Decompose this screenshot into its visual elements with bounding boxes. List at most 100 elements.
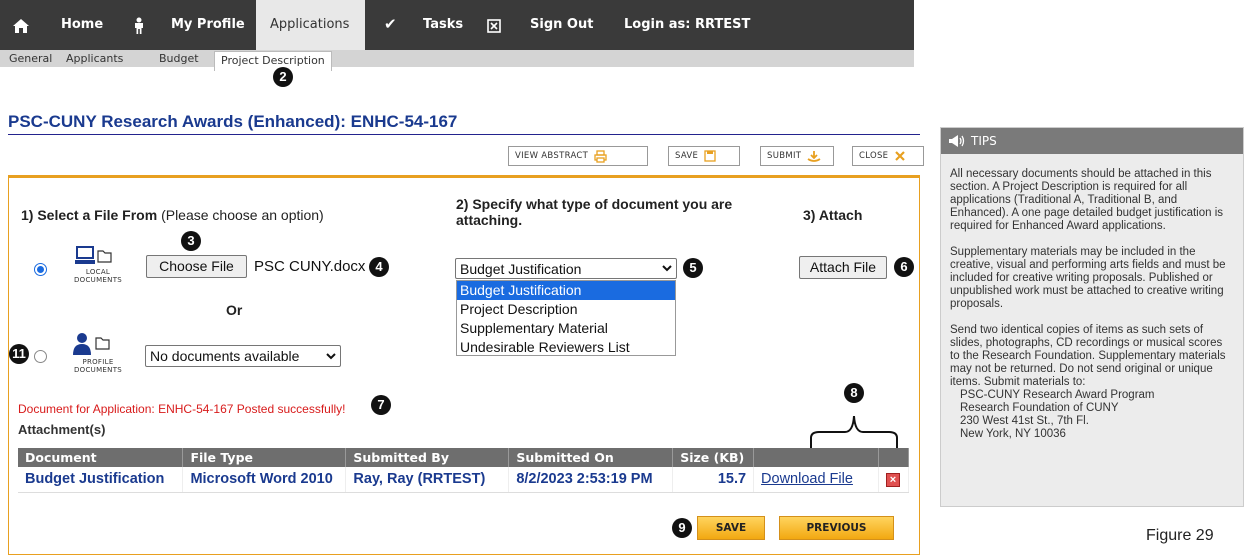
close-box-icon: [487, 0, 501, 50]
profile-label-line2: DOCUMENTS: [73, 366, 123, 374]
table-header-row: Document File Type Submitted By Submitte…: [18, 448, 910, 467]
dropdown-option[interactable]: Budget Justification: [457, 281, 675, 300]
save-toolbar-button[interactable]: SAVE: [668, 146, 740, 166]
nav-sign-out[interactable]: Sign Out: [530, 0, 593, 50]
chevron-down-icon: [662, 265, 672, 272]
tips-panel: TIPS All necessary documents should be a…: [940, 127, 1244, 507]
nav-tasks[interactable]: Tasks: [423, 0, 463, 50]
step1-heading-bold: 1) Select a File From: [21, 207, 158, 223]
login-status: Login as: RRTEST: [624, 17, 751, 32]
local-label-line1: LOCAL: [85, 268, 111, 276]
callout-badge-8: 8: [844, 383, 864, 403]
cell-document: Budget Justification: [18, 467, 184, 493]
callout-badge-6: 6: [894, 257, 914, 277]
page-title: PSC-CUNY Research Awards (Enhanced): ENH…: [8, 112, 458, 131]
tips-paragraph: Send two identical copies of items as su…: [950, 324, 1226, 388]
attachments-table: Document File Type Submitted By Submitte…: [18, 448, 910, 493]
tab-project-description[interactable]: Project Description: [214, 51, 332, 71]
view-abstract-label: VIEW ABSTRACT: [515, 151, 589, 161]
floppy-disk-icon: [704, 150, 716, 162]
submit-toolbar-label: SUBMIT: [767, 151, 802, 161]
dropdown-option[interactable]: Undesirable Reviewers List: [457, 338, 675, 357]
dropdown-option[interactable]: Project Description: [457, 300, 675, 319]
callout-badge-3: 3: [181, 231, 201, 251]
top-nav: Home My Profile Applications ✔ Tasks Sig…: [0, 0, 914, 50]
title-divider: [8, 134, 920, 135]
column-header: Size (KB): [672, 448, 755, 467]
callout-badge-11: 11: [9, 344, 29, 364]
profile-label-line1: PROFILE: [82, 358, 114, 366]
attachments-heading: Attachment(s): [18, 422, 106, 437]
cell-delete: ×: [878, 467, 910, 493]
column-header: File Type: [182, 448, 347, 467]
profile-documents-option[interactable]: PROFILE DOCUMENTS: [70, 332, 126, 378]
or-separator: Or: [226, 302, 243, 318]
column-header: Submitted By: [345, 448, 510, 467]
choose-file-button[interactable]: Choose File: [146, 255, 247, 278]
tab-budget[interactable]: Budget: [159, 50, 199, 67]
tab-general[interactable]: General: [9, 50, 52, 67]
chevron-down-icon: [326, 352, 336, 359]
document-type-dropdown: Budget Justification Project Description…: [456, 280, 676, 356]
close-toolbar-label: CLOSE: [859, 151, 889, 161]
profile-documents-radio[interactable]: [34, 350, 47, 363]
cell-file-type: Microsoft Word 2010: [182, 467, 347, 493]
tips-address-line: PSC-CUNY Research Award Program: [960, 389, 1155, 401]
tab-applicants[interactable]: Applicants: [66, 50, 123, 67]
callout-bracket: [810, 415, 898, 450]
view-abstract-button[interactable]: VIEW ABSTRACT: [508, 146, 648, 166]
person-icon: [133, 0, 145, 50]
column-header: Document: [18, 448, 184, 467]
tips-title: TIPS: [971, 134, 997, 148]
figure-caption: Figure 29: [1146, 527, 1214, 544]
computer-folder-icon: [75, 246, 112, 264]
success-message: Document for Application: ENHC-54-167 Po…: [18, 402, 346, 416]
delete-icon[interactable]: ×: [885, 473, 900, 488]
chosen-file-name: PSC CUNY.docx: [254, 258, 366, 275]
callout-badge-5: 5: [683, 258, 703, 278]
column-header: [753, 448, 879, 467]
save-toolbar-label: SAVE: [675, 151, 699, 161]
printer-icon: [594, 149, 607, 163]
nav-home[interactable]: Home: [61, 0, 103, 50]
profile-documents-select-value: No documents available: [150, 348, 300, 364]
nav-applications[interactable]: Applications: [256, 0, 365, 50]
download-file-link[interactable]: Download File: [761, 471, 853, 487]
tips-address-line: 230 West 41st St., 7th Fl.: [960, 415, 1089, 427]
cell-size: 15.7: [672, 467, 755, 493]
checkmark-icon: ✔: [384, 16, 397, 33]
profile-documents-select[interactable]: No documents available: [145, 345, 341, 367]
save-button[interactable]: SAVE: [697, 516, 765, 540]
document-type-select-value: Budget Justification: [460, 260, 582, 277]
cell-submitted-by: Ray, Ray (RRTEST): [345, 467, 510, 493]
table-row: Budget Justification Microsoft Word 2010…: [18, 467, 910, 493]
sub-tabs: General Applicants Budget Project Descri…: [0, 50, 914, 71]
close-toolbar-button[interactable]: CLOSE: [852, 146, 924, 166]
step1-heading: 1) Select a File From (Please choose an …: [21, 207, 324, 223]
tips-header: TIPS: [941, 128, 1243, 154]
callout-badge-2: 2: [273, 67, 293, 87]
column-header: Submitted On: [508, 448, 674, 467]
local-label-line2: DOCUMENTS: [73, 276, 123, 284]
home-icon: [12, 0, 30, 50]
column-header: [878, 448, 910, 467]
dropdown-option[interactable]: Supplementary Material: [457, 319, 675, 338]
attach-file-button[interactable]: Attach File: [799, 256, 887, 279]
nav-my-profile[interactable]: My Profile: [171, 0, 245, 50]
callout-badge-4: 4: [369, 257, 389, 277]
submit-arrow-icon: [807, 150, 821, 162]
cell-submitted-on: 8/2/2023 2:53:19 PM: [508, 467, 674, 493]
local-documents-option[interactable]: LOCAL DOCUMENTS: [70, 246, 126, 290]
cell-download: Download File: [753, 467, 879, 493]
local-documents-radio[interactable]: [34, 263, 47, 276]
document-type-select[interactable]: Budget Justification: [455, 258, 677, 279]
previous-button[interactable]: PREVIOUS: [779, 516, 894, 540]
tips-body: All necessary documents should be attach…: [941, 154, 1243, 441]
tips-address-line: New York, NY 10036: [960, 428, 1066, 440]
submit-toolbar-button[interactable]: SUBMIT: [760, 146, 834, 166]
person-folder-icon: [73, 333, 110, 355]
tips-address-line: Research Foundation of CUNY: [960, 402, 1119, 414]
tips-paragraph: Supplementary materials may be included …: [950, 246, 1226, 310]
step2-heading: 2) Specify what type of document you are…: [456, 196, 733, 228]
callout-badge-7: 7: [371, 395, 391, 415]
